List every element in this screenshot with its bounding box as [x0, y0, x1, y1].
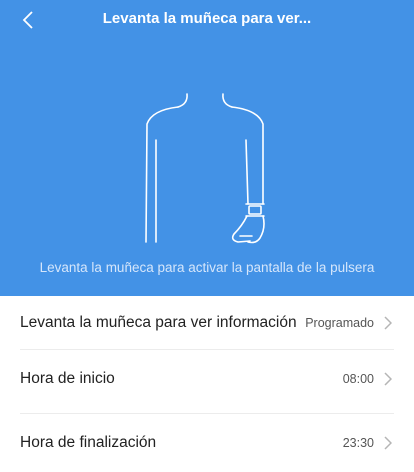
- raise-wrist-illustration: [145, 93, 265, 244]
- setting-label: Hora de finalización: [20, 434, 157, 451]
- divider: [20, 413, 394, 414]
- hero-panel: Levanta la muñeca para ver... Levanta la…: [0, 0, 414, 296]
- back-button[interactable]: [14, 6, 42, 34]
- setting-value: 08:00: [342, 372, 374, 386]
- setting-label: Hora de inicio: [20, 370, 115, 387]
- setting-value: 23:30: [342, 436, 374, 450]
- chevron-right-icon: [384, 372, 394, 386]
- settings-list: Levanta la muñeca para ver información P…: [0, 296, 414, 472]
- setting-row-end-time[interactable]: Hora de finalización 23:30: [20, 432, 394, 454]
- chevron-right-icon: [384, 316, 394, 330]
- setting-row-start-time[interactable]: Hora de inicio 08:00: [20, 368, 394, 390]
- setting-label: Levanta la muñeca para ver información: [20, 314, 297, 331]
- chevron-left-icon: [22, 11, 33, 29]
- divider: [20, 349, 394, 350]
- chevron-right-icon: [384, 436, 394, 450]
- hint-text: Levanta la muñeca para activar la pantal…: [39, 260, 375, 275]
- page-title: Levanta la muñeca para ver...: [102, 10, 312, 27]
- setting-value: Programado: [305, 316, 374, 330]
- setting-row-raise-wrist[interactable]: Levanta la muñeca para ver información P…: [20, 312, 394, 334]
